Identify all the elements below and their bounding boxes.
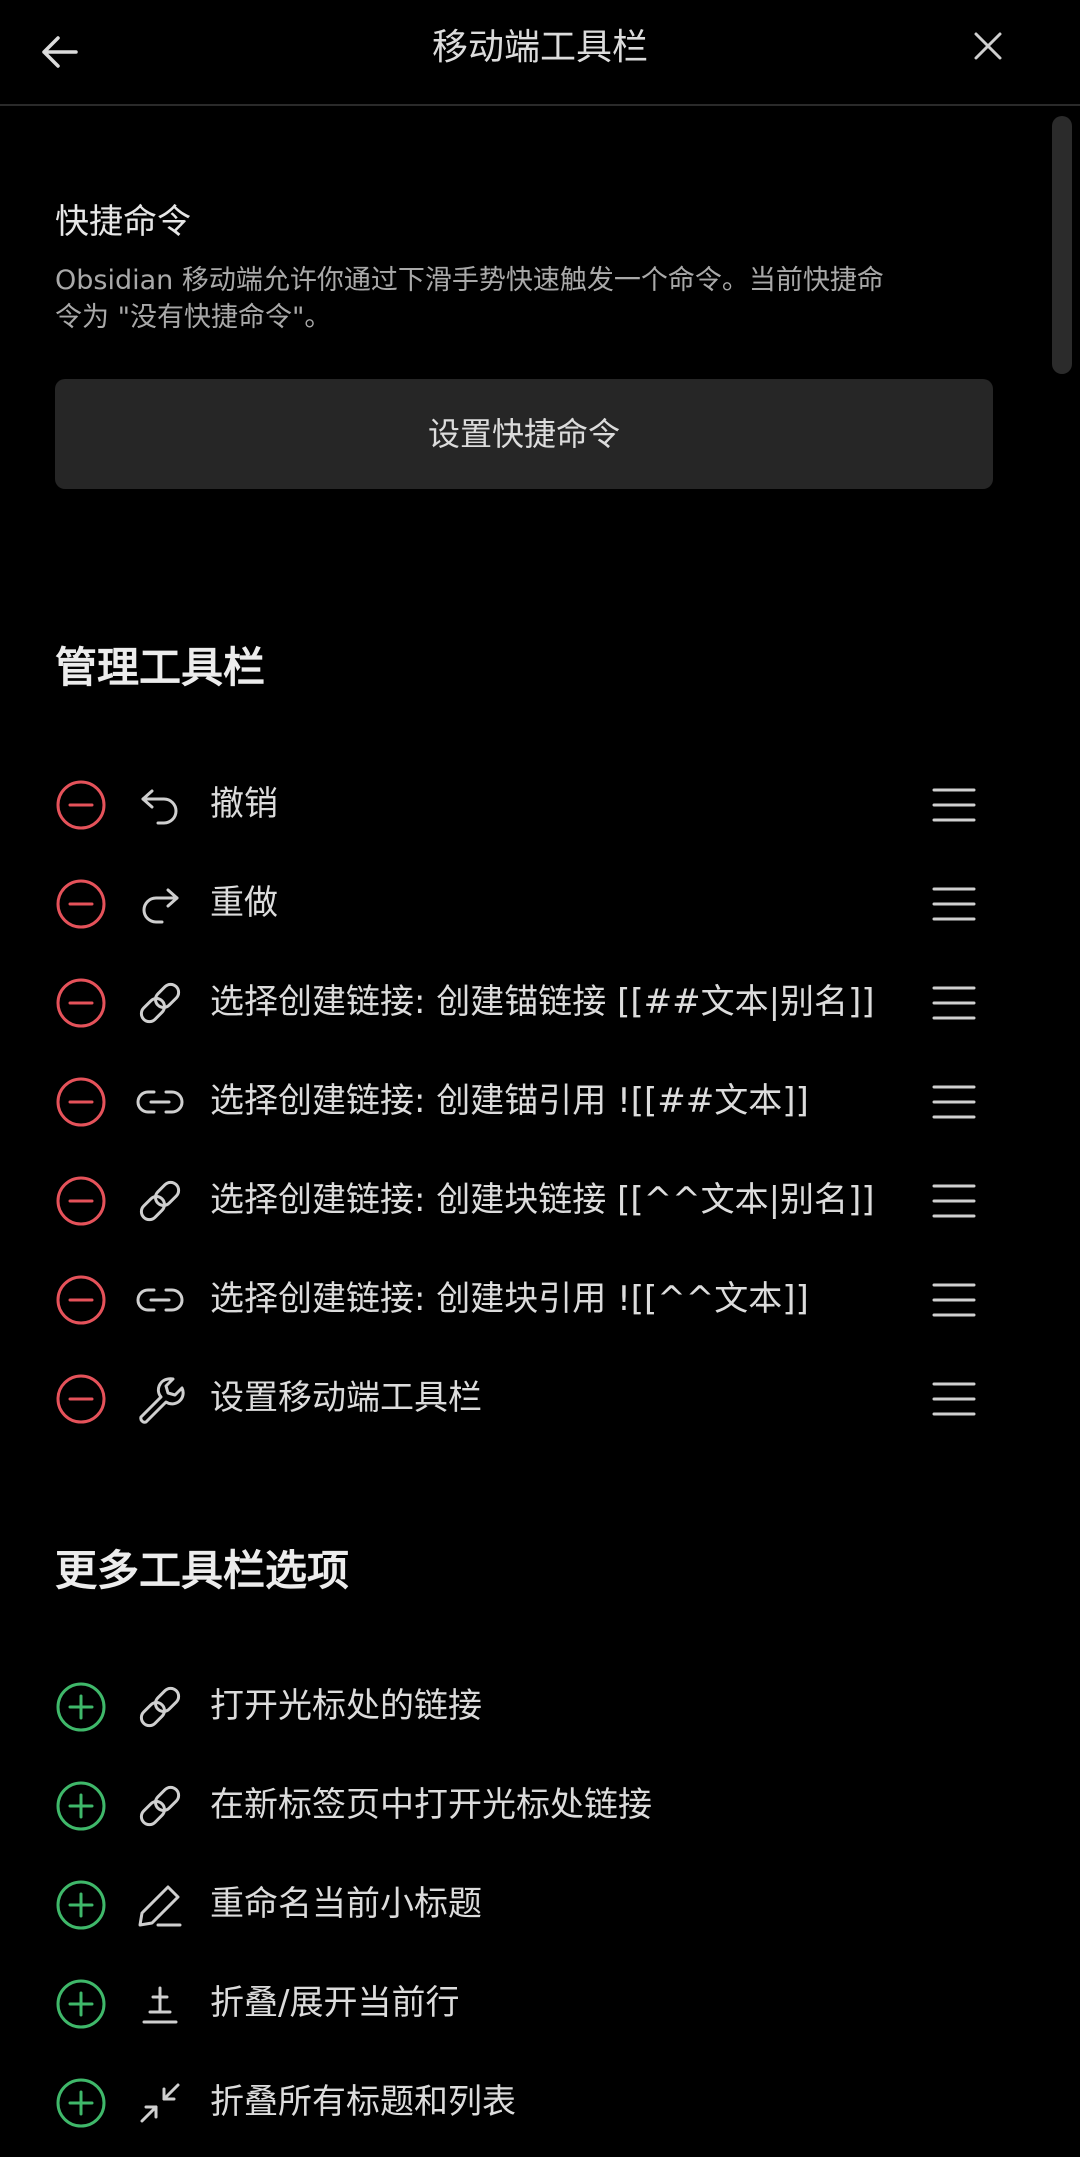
link-icon [134, 1175, 186, 1227]
quick-command-description: Obsidian 移动端允许你通过下滑手势快速触发一个命令。当前快捷命 令为 "… [55, 262, 945, 336]
drag-handle-icon[interactable] [932, 1379, 976, 1419]
remove-circle-icon[interactable] [55, 1274, 107, 1326]
redo-icon [134, 878, 186, 930]
manage-toolbar-heading: 管理工具栏 [55, 643, 266, 692]
toolbar-item: 在新标签页中打开光标处链接 [0, 1760, 1040, 1850]
drag-handle-icon[interactable] [932, 1082, 976, 1122]
toolbar-item: 撤销 [0, 759, 1040, 849]
remove-circle-icon[interactable] [55, 1175, 107, 1227]
close-icon[interactable] [968, 26, 1008, 66]
drag-handle-icon[interactable] [932, 1280, 976, 1320]
toolbar-item: 选择创建链接: 创建锚引用 ![[##文本]] [0, 1056, 1040, 1146]
toolbar-item-label: 折叠/展开当前行 [210, 1983, 460, 2023]
toolbar-item: 设置移动端工具栏 [0, 1353, 1040, 1443]
toolbar-item: 选择创建链接: 创建块引用 ![[^^文本]] [0, 1254, 1040, 1344]
link-icon [134, 1681, 186, 1733]
page-title: 移动端工具栏 [431, 27, 648, 68]
fold-icon [134, 1978, 186, 2030]
toolbar-item-label: 重命名当前小标题 [210, 1884, 482, 1924]
toolbar-item-label: 选择创建链接: 创建块链接 [[^^文本|别名]] [210, 1180, 875, 1220]
quick-command-label: 快捷命令 [55, 202, 191, 242]
add-circle-icon[interactable] [55, 1879, 107, 1931]
toolbar-item-label: 选择创建链接: 创建锚引用 ![[##文本]] [210, 1081, 809, 1121]
remove-circle-icon[interactable] [55, 779, 107, 831]
toolbar-item: 选择创建链接: 创建块链接 [[^^文本|别名]] [0, 1155, 1040, 1245]
pencil-icon [134, 1879, 186, 1931]
collapse-all-icon [134, 2077, 186, 2129]
set-quick-command-button[interactable]: 设置快捷命令 [55, 379, 993, 489]
toolbar-item: 重命名当前小标题 [0, 1859, 1040, 1949]
drag-handle-icon[interactable] [932, 884, 976, 924]
description-line-1: Obsidian 移动端允许你通过下滑手势快速触发一个命令。当前快捷命 [55, 265, 884, 296]
more-options-heading: 更多工具栏选项 [55, 1546, 350, 1595]
toolbar-item-label: 打开光标处的链接 [210, 1686, 482, 1726]
undo-icon [134, 779, 186, 831]
add-circle-icon[interactable] [55, 1978, 107, 2030]
add-circle-icon[interactable] [55, 2077, 107, 2129]
scrollbar[interactable] [1052, 116, 1072, 374]
remove-circle-icon[interactable] [55, 878, 107, 930]
toolbar-item: 重做 [0, 858, 1040, 948]
description-line-2: 令为 "没有快捷命令"。 [55, 302, 332, 333]
toolbar-item-label: 设置移动端工具栏 [210, 1378, 482, 1418]
add-circle-icon[interactable] [55, 1681, 107, 1733]
drag-handle-icon[interactable] [932, 1181, 976, 1221]
toolbar-item: 折叠所有标题和列表 [0, 2057, 1040, 2147]
toolbar-item-label: 在新标签页中打开光标处链接 [210, 1785, 652, 1825]
remove-circle-icon[interactable] [55, 1373, 107, 1425]
toolbar-item-label: 选择创建链接: 创建锚链接 [[##文本|别名]] [210, 982, 875, 1022]
toolbar-item-label: 选择创建链接: 创建块引用 ![[^^文本]] [210, 1279, 809, 1319]
toolbar-item-label: 撤销 [210, 784, 278, 824]
toolbar-item-label: 折叠所有标题和列表 [210, 2082, 516, 2122]
toolbar-item: 选择创建链接: 创建锚链接 [[##文本|别名]] [0, 957, 1040, 1047]
toolbar-item: 折叠/展开当前行 [0, 1958, 1040, 2048]
drag-handle-icon[interactable] [932, 983, 976, 1023]
remove-circle-icon[interactable] [55, 977, 107, 1029]
link-horizontal-icon [134, 1274, 186, 1326]
drag-handle-icon[interactable] [932, 785, 976, 825]
add-circle-icon[interactable] [55, 1780, 107, 1832]
toolbar-item: 打开光标处的链接 [0, 1661, 1040, 1751]
remove-circle-icon[interactable] [55, 1076, 107, 1128]
top-bar: 移动端工具栏 [0, 0, 1080, 106]
toolbar-item-label: 重做 [210, 883, 278, 923]
link-icon [134, 1780, 186, 1832]
wrench-icon [134, 1373, 186, 1425]
link-horizontal-icon [134, 1076, 186, 1128]
link-icon [134, 977, 186, 1029]
